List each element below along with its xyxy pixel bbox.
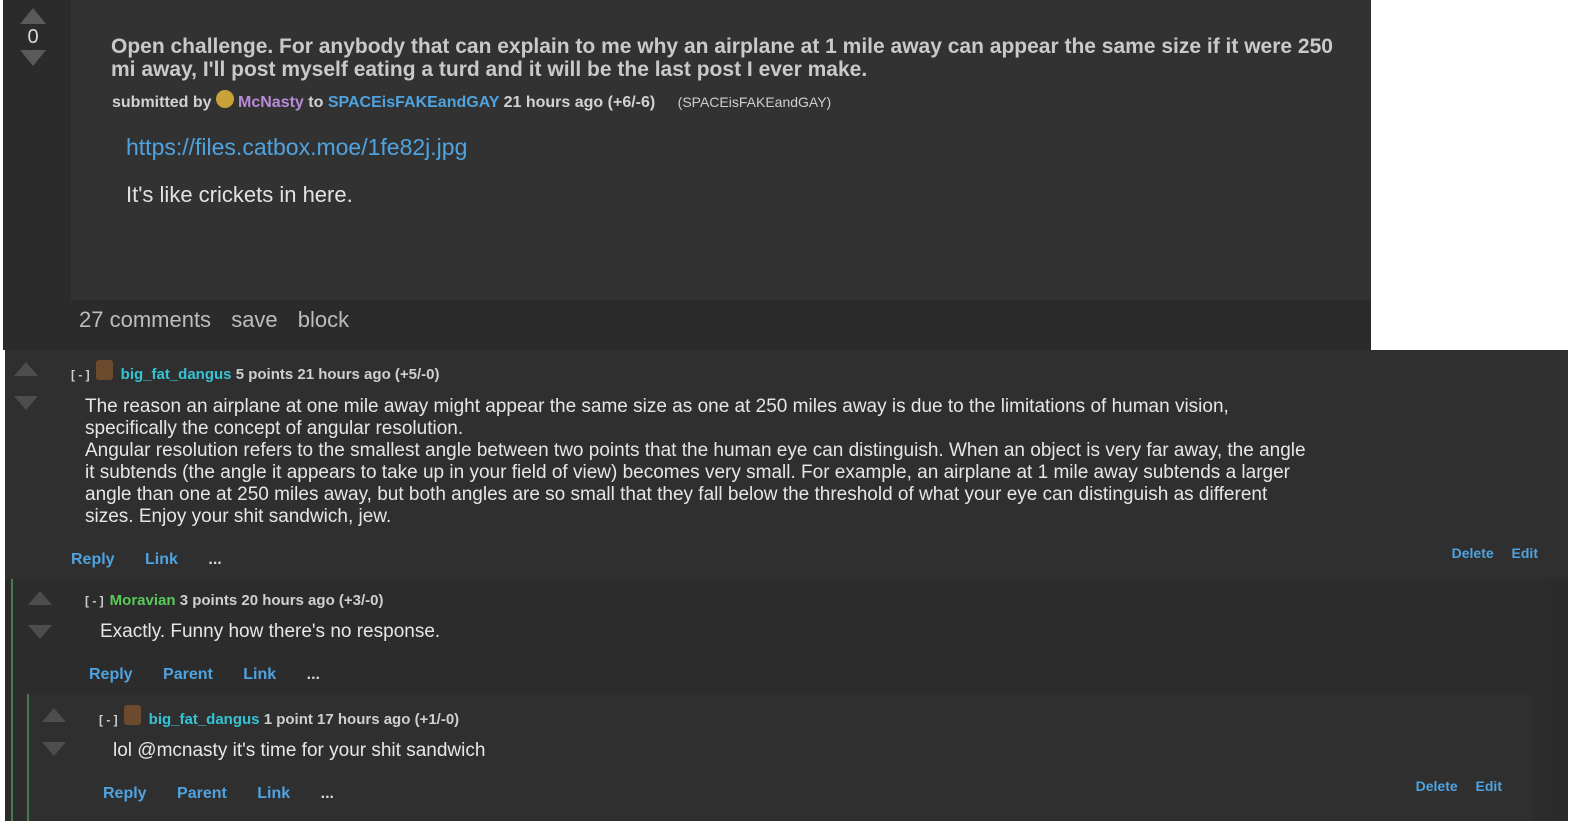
reply-link[interactable]: Reply: [103, 785, 147, 802]
collapse-toggle[interactable]: [ - ]: [85, 594, 104, 608]
comment-text-line: Angular resolution refers to the smalles…: [85, 440, 1306, 461]
comment-actions: Reply Link ...: [71, 551, 248, 569]
post-body: Open challenge. For anybody that can exp…: [71, 0, 1371, 300]
comment-time: 17 hours ago: [317, 711, 411, 728]
post-time: 21 hours ago: [503, 94, 604, 111]
comment-tagline: [ - ] Moravian 3 points 20 hours ago (+3/…: [85, 592, 384, 609]
community-note: (SPACEisFAKEandGAY): [677, 94, 832, 110]
avatar: [95, 360, 113, 380]
comment-actions: Reply Parent Link ...: [103, 785, 360, 803]
post-link[interactable]: https://files.catbox.moe/1fe82j.jpg: [126, 134, 467, 161]
comment-time: 21 hours ago: [297, 366, 391, 383]
to-label: to: [308, 94, 324, 111]
comment-text-line: specifically the concept of angular reso…: [85, 418, 464, 439]
more-menu-icon[interactable]: ...: [307, 666, 320, 683]
comment: [ - ] big_fat_dangus 5 points 21 hours ag…: [5, 350, 1568, 579]
comment-points: 3 points: [179, 592, 238, 609]
comment-owner-actions: Delete Edit: [1402, 778, 1502, 794]
comment-text-line: The reason an airplane at one mile away …: [85, 396, 1229, 417]
reply-link[interactable]: Reply: [89, 666, 133, 683]
upvote-arrow-icon[interactable]: [20, 8, 46, 24]
downvote-arrow-icon[interactable]: [14, 396, 38, 410]
downvote-arrow-icon[interactable]: [28, 625, 52, 639]
comment-text-line: sizes. Enjoy your shit sandwich, jew.: [85, 506, 392, 527]
comment: [ - ] Moravian 3 points 20 hours ago (+3/…: [11, 579, 1548, 821]
comment-actions: Reply Parent Link ...: [89, 666, 346, 684]
edit-link[interactable]: Edit: [1512, 545, 1538, 561]
delete-link[interactable]: Delete: [1416, 778, 1458, 794]
comment-vote-column: [27, 591, 53, 639]
comment: [ - ] big_fat_dangus 1 point 17 hours ago…: [27, 694, 1532, 821]
comment-owner-actions: Delete Edit: [1438, 545, 1538, 561]
post-container: 0 Open challenge. For anybody that can e…: [3, 0, 1371, 350]
comment-text-line: angle than one at 250 miles away, but bo…: [85, 484, 1268, 505]
submitted-by-label: submitted by: [112, 94, 212, 111]
more-menu-icon[interactable]: ...: [321, 785, 334, 802]
upvote-arrow-icon[interactable]: [42, 708, 66, 722]
post-author-link[interactable]: McNasty: [238, 94, 304, 111]
author-avatar: [216, 90, 235, 108]
comment-points: 1 point: [263, 711, 313, 728]
delete-link[interactable]: Delete: [1452, 545, 1494, 561]
parent-link[interactable]: Parent: [163, 666, 213, 683]
comment-votes-detail: (+1/-0): [414, 711, 460, 728]
comment-author-link[interactable]: Moravian: [110, 592, 176, 609]
post-text: It's like crickets in here.: [126, 182, 353, 207]
comment-author-link[interactable]: big_fat_dangus: [149, 711, 260, 728]
comment-tagline: [ - ] big_fat_dangus 1 point 17 hours ago…: [99, 705, 460, 731]
upvote-arrow-icon[interactable]: [14, 362, 38, 376]
post-tagline: submitted by McNasty to SPACEisFAKEandGA…: [112, 90, 832, 112]
post-score: 0: [27, 26, 39, 48]
post-votes-detail: (+6/-6): [607, 94, 656, 111]
link-link[interactable]: Link: [145, 551, 178, 568]
more-menu-icon[interactable]: ...: [208, 551, 221, 568]
downvote-arrow-icon[interactable]: [20, 50, 46, 66]
comment-vote-column: [41, 708, 67, 756]
comment-time: 20 hours ago: [241, 592, 335, 609]
downvote-arrow-icon[interactable]: [42, 742, 66, 756]
comment-text-line: it subtends (the angle it appears to tak…: [85, 462, 1291, 483]
post-actions: 27 comments save block: [79, 307, 363, 333]
comments-link[interactable]: 27 comments: [79, 307, 211, 332]
edit-link[interactable]: Edit: [1476, 778, 1502, 794]
link-link[interactable]: Link: [257, 785, 290, 802]
comment-vote-column: [13, 362, 39, 410]
comment-text: Exactly. Funny how there's no response.: [100, 621, 441, 642]
post-title[interactable]: Open challenge. For anybody that can exp…: [111, 35, 1341, 81]
community-link[interactable]: SPACEisFAKEandGAY: [328, 94, 499, 111]
comments-area: [ - ] big_fat_dangus 5 points 21 hours ag…: [5, 350, 1568, 821]
comment-text: lol @mcnasty it's time for your shit san…: [113, 740, 486, 761]
collapse-toggle[interactable]: [ - ]: [71, 368, 90, 382]
comment-author-link[interactable]: big_fat_dangus: [121, 366, 232, 383]
comment-text: The reason an airplane at one mile away …: [85, 396, 1525, 528]
block-link[interactable]: block: [298, 307, 349, 332]
comment-votes-detail: (+3/-0): [338, 592, 384, 609]
comment-tagline: [ - ] big_fat_dangus 5 points 21 hours ag…: [71, 360, 440, 386]
avatar: [123, 705, 141, 725]
parent-link[interactable]: Parent: [177, 785, 227, 802]
comment-points: 5 points: [235, 366, 294, 383]
link-link[interactable]: Link: [243, 666, 276, 683]
upvote-arrow-icon[interactable]: [28, 591, 52, 605]
post-vote-column: 0: [17, 8, 49, 66]
reply-link[interactable]: Reply: [71, 551, 115, 568]
collapse-toggle[interactable]: [ - ]: [99, 713, 118, 727]
comment-votes-detail: (+5/-0): [394, 366, 440, 383]
save-link[interactable]: save: [231, 307, 277, 332]
